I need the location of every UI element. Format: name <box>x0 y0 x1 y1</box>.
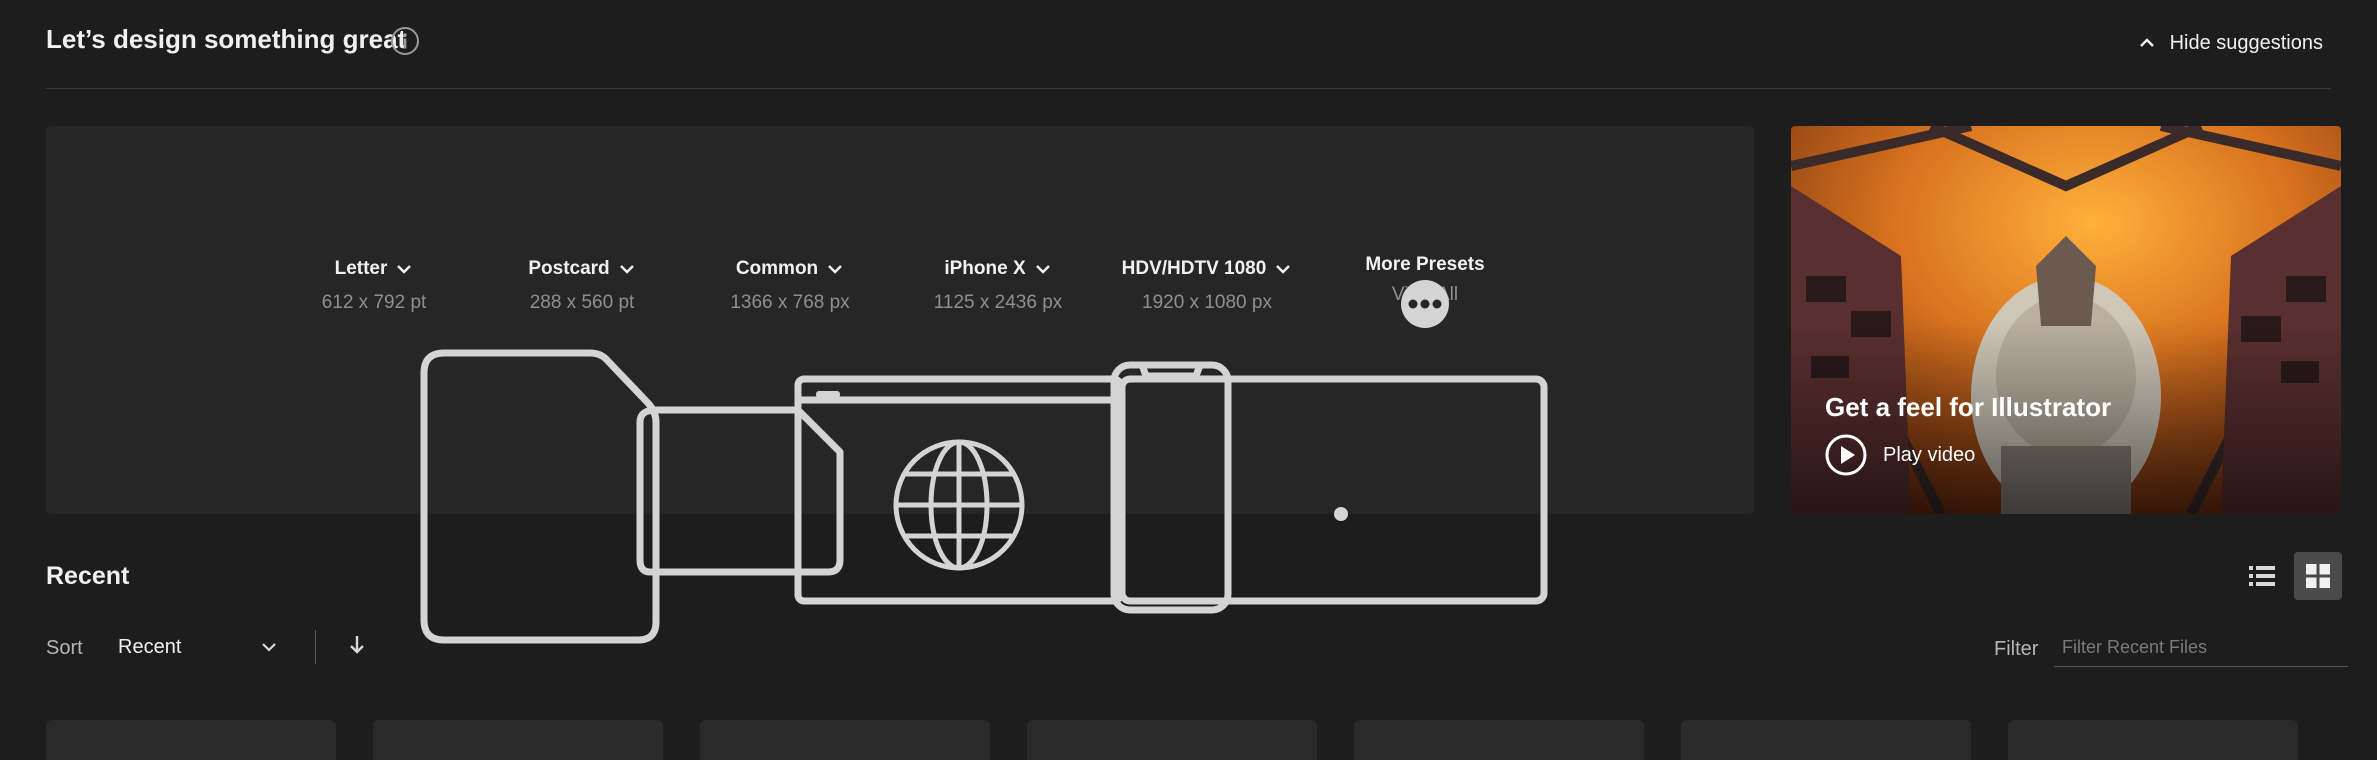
preset-size: 1366 x 768 px <box>730 292 850 313</box>
chevron-down-icon[interactable] <box>1034 260 1052 278</box>
preset-name: iPhone X <box>944 258 1026 279</box>
hide-suggestions-label: Hide suggestions <box>2169 31 2323 54</box>
recent-file-card[interactable] <box>373 720 663 760</box>
preset-common[interactable]: Common 1366 x 768 px <box>690 258 890 314</box>
preset-iphone-x[interactable]: iPhone X 1125 x 2436 px <box>898 258 1098 314</box>
recent-file-card[interactable] <box>46 720 336 760</box>
list-view-icon <box>2249 566 2275 586</box>
chevron-up-icon <box>2139 38 2154 47</box>
recent-file-card[interactable] <box>1681 720 1971 760</box>
recent-file-card[interactable] <box>1027 720 1317 760</box>
preset-size: 1920 x 1080 px <box>1142 292 1272 313</box>
grid-view-button[interactable] <box>2294 552 2342 600</box>
preset-size: 288 x 560 pt <box>529 292 635 313</box>
chevron-down-icon[interactable] <box>618 260 636 278</box>
video-title: Get a feel for Illustrator <box>1825 392 2112 422</box>
preset-name: HDV/HDTV 1080 <box>1121 258 1267 279</box>
chevron-down-icon[interactable] <box>395 260 413 278</box>
preset-postcard[interactable]: Postcard 288 x 560 pt <box>482 258 682 314</box>
preset-more[interactable]: More Presets View All <box>1325 254 1525 306</box>
hide-suggestions-button[interactable]: Hide suggestions <box>2138 26 2323 60</box>
preset-letter[interactable]: Letter 612 x 792 pt <box>274 258 474 314</box>
view-all-link[interactable]: View All <box>1325 284 1525 306</box>
arrow-down-icon <box>350 636 364 654</box>
filter-label: Filter <box>1994 638 2039 660</box>
recent-file-card[interactable] <box>1354 720 1644 760</box>
video-tutorial-card[interactable]: Get a feel for Illustrator Play video <box>1791 126 2341 514</box>
filter-input[interactable] <box>2054 628 2348 667</box>
recent-file-card[interactable] <box>2008 720 2298 760</box>
more-presets-label: More Presets <box>1365 254 1485 275</box>
recent-heading: Recent <box>46 562 130 590</box>
chevron-down-icon[interactable] <box>826 260 844 278</box>
chevron-down-icon[interactable] <box>1274 260 1292 278</box>
page-title: Let’s design something great <box>46 24 407 54</box>
grid-view-icon <box>2306 564 2330 588</box>
sort-direction-button[interactable] <box>344 632 370 660</box>
sort-label: Sort <box>46 637 83 659</box>
preset-size: 612 x 792 pt <box>321 292 427 313</box>
sort-value: Recent <box>118 635 182 658</box>
recent-file-card[interactable] <box>700 720 990 760</box>
play-video-button[interactable]: Play video <box>1825 434 1975 476</box>
list-view-button[interactable] <box>2238 552 2286 600</box>
chevron-down-icon <box>262 643 276 652</box>
sort-divider <box>315 630 316 664</box>
preset-hdv[interactable]: HDV/HDTV 1080 1920 x 1080 px <box>1107 258 1307 314</box>
preset-name: Postcard <box>528 258 610 279</box>
play-video-label: Play video <box>1883 443 1976 466</box>
preset-name: Letter <box>334 258 388 279</box>
preset-size: 1125 x 2436 px <box>933 292 1063 313</box>
play-icon <box>1825 434 1867 476</box>
presets-panel <box>46 126 1754 514</box>
info-icon[interactable] <box>390 26 420 56</box>
sort-dropdown[interactable]: Recent <box>118 630 278 664</box>
preset-name: Common <box>735 258 819 279</box>
header-divider <box>46 88 2331 89</box>
